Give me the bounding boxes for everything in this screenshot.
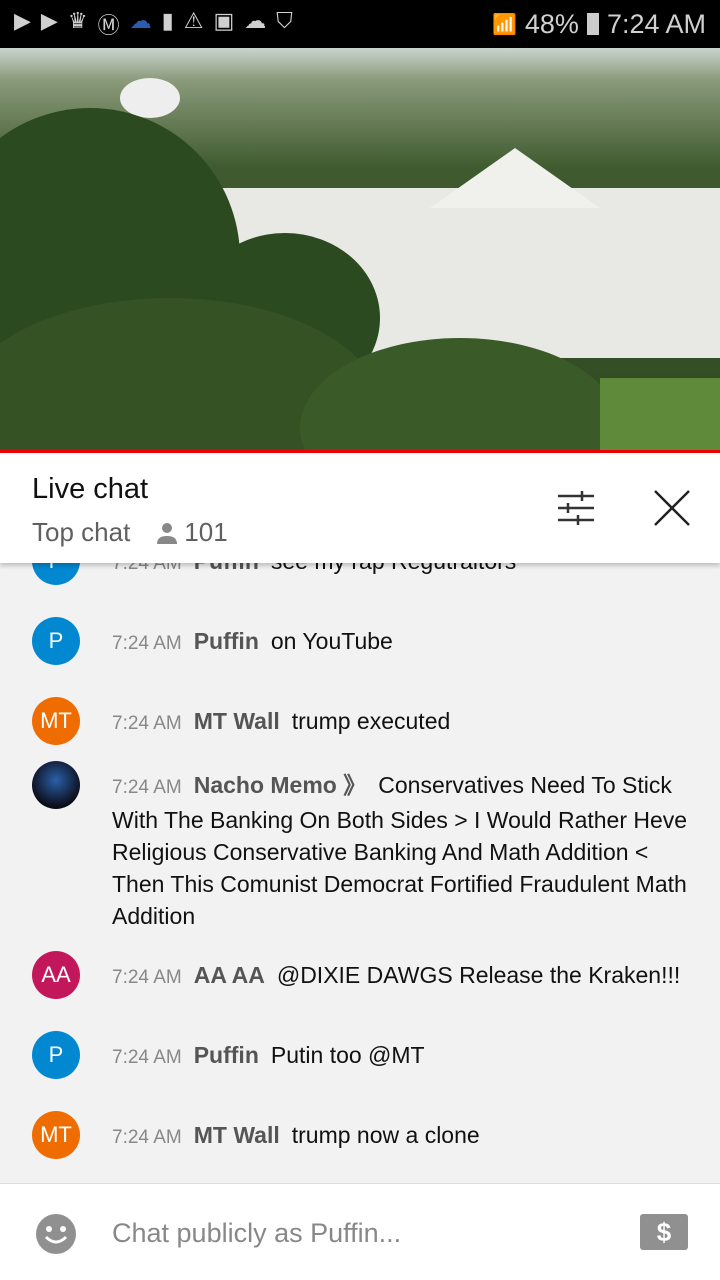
close-icon — [654, 490, 690, 526]
avatar[interactable] — [32, 761, 80, 809]
message-text: Putin too @MT — [270, 1042, 425, 1068]
clock: 7:24 AM — [606, 8, 706, 39]
chat-message: MT 7:24 AM MT Wall trump now a clone — [0, 1111, 720, 1159]
youtube-icon: ▶ — [40, 8, 58, 33]
message-author[interactable]: Nacho Memo 》 — [194, 772, 367, 798]
message-author[interactable]: MT Wall — [194, 708, 280, 734]
message-time: 7:24 AM — [112, 713, 182, 734]
message-time: 7:24 AM — [112, 1047, 182, 1068]
chat-message: P 7:24 AM Puffin Putin too @MT — [0, 1031, 720, 1079]
close-button[interactable] — [647, 483, 697, 533]
chat-message: P 7:24 AM Puffin on YouTube — [0, 617, 720, 665]
chat-message: AA 7:24 AM AA AA @DIXIE DAWGS Release the K… — [0, 951, 720, 999]
message-time: 7:24 AM — [112, 633, 182, 654]
message-text: on YouTube — [270, 628, 393, 654]
avatar[interactable]: P — [32, 617, 80, 665]
message-author[interactable]: MT Wall — [194, 1122, 280, 1148]
message-author[interactable]: AA AA — [194, 962, 265, 988]
avatar[interactable]: P — [32, 1031, 80, 1079]
chat-header: Live chat Top chat 101 — [0, 453, 720, 563]
message-author[interactable]: Puffin — [194, 1042, 259, 1068]
message-time: 7:24 AM — [112, 777, 182, 798]
message-time: 7:24 AM — [112, 1127, 182, 1148]
avatar[interactable]: AA — [32, 951, 80, 999]
shopping-bag-icon: ⛉ — [276, 8, 293, 33]
image-icon: ▣ — [213, 8, 235, 33]
message-time: 7:24 AM — [112, 967, 182, 988]
filter-button[interactable] — [551, 483, 601, 533]
chat-message: MT 7:24 AM MT Wall trump executed — [0, 697, 720, 745]
avatar[interactable]: MT — [32, 697, 80, 745]
message-author[interactable]: Puffin — [194, 628, 259, 654]
chat-title: Live chat — [32, 473, 149, 505]
sliders-icon — [558, 491, 594, 525]
chat-mode-selector[interactable]: Top chat — [32, 517, 130, 548]
chat-input-bar: Chat publicly as Puffin... $ — [0, 1183, 720, 1280]
youtube-icon: ▶ — [14, 8, 31, 33]
video-player[interactable] — [0, 48, 720, 450]
chat-list[interactable]: P7:24 AMPuffinsee my rap RegutraitorsP7:… — [0, 543, 720, 1183]
avatar[interactable]: MT — [32, 1111, 80, 1159]
crown-icon: ♛ — [67, 8, 88, 33]
status-bar: ▶ ▶ ♛ Ⓜ ☁ ▮ ⚠ ▣ ☁ ⛉ 📶 48% 7:24 AM — [0, 0, 720, 48]
viewer-count-value: 101 — [184, 517, 228, 547]
message-text: trump executed — [291, 708, 451, 734]
viewer-count: 101 — [156, 517, 228, 548]
warning-icon: ⚠ — [183, 8, 204, 33]
super-chat-button[interactable]: $ — [640, 1214, 688, 1250]
wifi-icon: 📶 — [491, 13, 517, 36]
battery-icon — [586, 13, 599, 35]
chat-input[interactable]: Chat publicly as Puffin... — [112, 1218, 401, 1249]
message-text: @DIXIE DAWGS Release the Kraken!!! — [276, 962, 681, 988]
m-app-icon: Ⓜ — [97, 13, 120, 38]
person-icon — [157, 522, 178, 544]
emoji-icon[interactable] — [36, 1214, 76, 1254]
chat-message: 7:24 AM Nacho Memo 》 Conservatives Need To… — [0, 761, 720, 932]
notification-icons: ▶ ▶ ♛ Ⓜ ☁ ▮ ⚠ ▣ ☁ ⛉ — [14, 8, 293, 40]
folder-icon: ▮ — [161, 8, 174, 33]
dollar-icon: $ — [656, 1217, 672, 1247]
cloud-icon: ☁ — [244, 8, 267, 33]
message-text: trump now a clone — [291, 1122, 480, 1148]
battery-percent: 48% — [524, 8, 579, 39]
cloud-outline-icon: ☁ — [129, 8, 152, 33]
